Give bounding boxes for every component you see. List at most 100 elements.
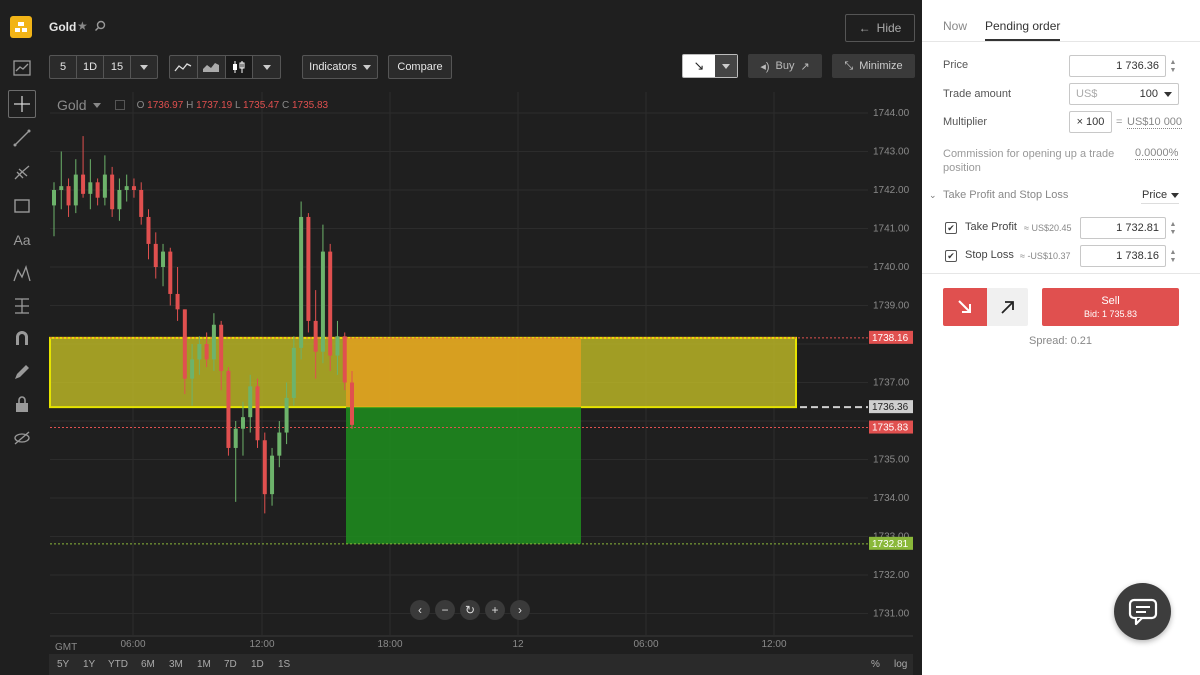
candle-body xyxy=(270,455,275,495)
compare-button[interactable]: Compare xyxy=(388,55,452,79)
chart-toolbar: 5 1D 15 Indicators Compare ↘ ◂) Buy ↗ ⤡ … xyxy=(0,54,922,82)
search-icon[interactable] xyxy=(94,19,106,37)
range-bar: 5Y 1Y YTD 6M 3M 1M 7D 1D 1S % log xyxy=(49,654,913,675)
timeframe-15[interactable]: 15 xyxy=(104,56,131,78)
stop-loss-input[interactable]: 1 738.16 ▲ ▼ xyxy=(1080,245,1176,267)
chevron-down-icon xyxy=(140,64,148,70)
range-ytd[interactable]: YTD xyxy=(108,659,128,670)
multiplier-result[interactable]: US$10 000 xyxy=(1127,116,1183,129)
range-7d[interactable]: 7D xyxy=(224,659,237,670)
pencil-icon[interactable] xyxy=(10,360,34,384)
take-profit-stepper[interactable]: ▲ ▼ xyxy=(1167,218,1179,240)
area-chart-button[interactable] xyxy=(198,56,226,78)
arrow-up-right-icon: ↗ xyxy=(800,60,810,73)
crosshair-icon[interactable] xyxy=(8,90,36,118)
magnet-icon[interactable] xyxy=(10,326,34,350)
candle-body xyxy=(81,174,86,194)
indicators-button[interactable]: Indicators xyxy=(302,55,378,79)
stop-loss-checkbox[interactable]: ✔ xyxy=(945,250,957,262)
sell-button[interactable]: Sell Bid: 1 735.83 xyxy=(1042,288,1179,326)
line-chart-button[interactable] xyxy=(170,56,198,78)
timeframe-5[interactable]: 5 xyxy=(50,56,77,78)
legend-symbol[interactable]: Gold xyxy=(57,97,87,113)
log-scale-toggle[interactable]: log xyxy=(894,659,907,670)
order-panel: Now Pending order Price 1 736.36 ▲ ▼ Trad… xyxy=(922,0,1200,675)
candle-body xyxy=(161,251,166,267)
chart-icon[interactable] xyxy=(10,56,34,80)
direction-dropdown[interactable] xyxy=(715,55,737,77)
candle-body xyxy=(248,386,253,418)
timeframe-dropdown[interactable] xyxy=(131,56,157,78)
range-1d[interactable]: 1D xyxy=(251,659,264,670)
range-5y[interactable]: 5Y xyxy=(57,659,69,670)
drawing-tools: Aa xyxy=(0,54,44,454)
arrow-down-right-icon: ↘ xyxy=(693,58,705,73)
range-6m[interactable]: 6M xyxy=(141,659,155,670)
candle-body xyxy=(59,186,64,190)
price-tick-label: 1741.00 xyxy=(873,224,910,235)
chart-type-dropdown[interactable] xyxy=(253,56,280,78)
rectangle-icon[interactable] xyxy=(10,194,34,218)
lock-icon[interactable] xyxy=(10,392,34,416)
price-tick-label: 1742.00 xyxy=(873,185,910,196)
candle-chart-button[interactable] xyxy=(225,56,254,78)
asset-name[interactable]: Gold xyxy=(49,20,76,34)
chat-button[interactable] xyxy=(1114,583,1171,640)
reset-icon[interactable]: ↻ xyxy=(460,600,480,620)
buy-button[interactable]: ◂) Buy ↗ xyxy=(748,54,822,78)
text-tool-icon[interactable]: Aa xyxy=(10,228,34,252)
open-value: 1736.97 xyxy=(147,99,184,111)
range-1m[interactable]: 1M xyxy=(197,659,211,670)
zoom-in-icon[interactable]: + xyxy=(485,600,505,620)
trade-amount-select[interactable]: US$ 100 xyxy=(1069,83,1179,105)
percent-scale-toggle[interactable]: % xyxy=(871,659,880,670)
candle-body xyxy=(52,190,56,206)
buy-label: Buy xyxy=(775,60,795,72)
timeframe-1d[interactable]: 1D xyxy=(77,56,104,78)
take-profit-input[interactable]: 1 732.81 ▲ ▼ xyxy=(1080,217,1176,239)
settings-box-icon[interactable] xyxy=(114,100,125,110)
price-tick-label: 1735.00 xyxy=(873,455,910,466)
tab-now[interactable]: Now xyxy=(943,19,967,33)
hide-panel-button[interactable]: ← Hide xyxy=(845,14,915,42)
candle-body xyxy=(139,190,144,217)
divider xyxy=(922,273,1200,274)
zoom-out-icon[interactable]: − xyxy=(435,600,455,620)
scroll-right-icon[interactable]: › xyxy=(510,600,530,620)
chevron-down-icon[interactable] xyxy=(92,102,101,108)
favorite-star-icon[interactable]: ★ xyxy=(77,19,88,33)
price-tick-label: 1739.00 xyxy=(873,301,910,312)
price-stepper[interactable]: ▲ ▼ xyxy=(1167,56,1179,78)
tpsl-mode-select[interactable]: Price xyxy=(1142,189,1180,201)
candle-body xyxy=(226,370,231,448)
sell-direction-button[interactable] xyxy=(943,288,987,326)
pattern-icon[interactable] xyxy=(10,262,34,286)
range-1y[interactable]: 1Y xyxy=(83,659,95,670)
low-value: 1735.47 xyxy=(243,99,280,111)
candle-body xyxy=(66,186,71,206)
chevron-up-icon: ▲ xyxy=(1169,249,1177,256)
range-3m[interactable]: 3M xyxy=(169,659,183,670)
pitchfork-icon[interactable] xyxy=(10,160,34,184)
top-bar: Gold ★ ← Hide xyxy=(0,0,922,54)
buy-direction-button[interactable] xyxy=(987,288,1028,326)
multiplier-input[interactable]: × 100 xyxy=(1069,111,1112,133)
take-profit-estimate: ≈ US$20.45 xyxy=(1024,223,1072,233)
stop-loss-stepper[interactable]: ▲ ▼ xyxy=(1167,246,1179,268)
measure-icon[interactable] xyxy=(10,294,34,318)
arrow-up-right-icon xyxy=(1000,301,1014,314)
direction-selector[interactable]: ↘ xyxy=(682,54,738,78)
tab-pending-order[interactable]: Pending order xyxy=(985,19,1061,41)
range-1s[interactable]: 1S xyxy=(278,659,290,670)
trend-line-icon[interactable] xyxy=(10,126,34,150)
minimize-button[interactable]: ⤡ Minimize xyxy=(832,54,915,78)
price-value: 1 736.36 xyxy=(1116,60,1159,72)
stop-loss-value: 1 738.16 xyxy=(1116,250,1159,262)
chevron-down-icon[interactable]: ⌄ xyxy=(929,190,937,201)
candle-body xyxy=(182,309,187,379)
price-input[interactable]: 1 736.36 ▲ ▼ xyxy=(1069,55,1176,77)
eye-hidden-icon[interactable] xyxy=(10,426,34,450)
take-profit-checkbox[interactable]: ✔ xyxy=(945,222,957,234)
scroll-left-icon[interactable]: ‹ xyxy=(410,600,430,620)
commission-value[interactable]: 0.0000% xyxy=(1135,147,1179,160)
